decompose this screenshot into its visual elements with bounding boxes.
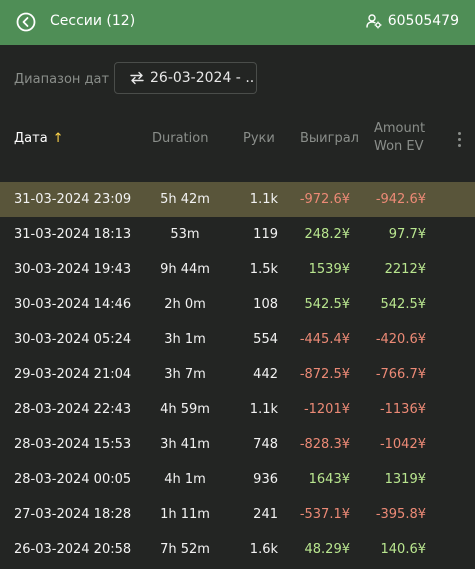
row-won: 1643¥ xyxy=(308,472,350,487)
row-date: 27-03-2024 18:28 xyxy=(14,507,132,522)
column-header-amount-won-ev[interactable]: Amount Won EV xyxy=(374,120,434,156)
row-won: 542.5¥ xyxy=(304,297,351,312)
account-id: 60505479 xyxy=(387,13,459,29)
row-won: -972.6¥ xyxy=(299,192,350,207)
row-date: 31-03-2024 18:13 xyxy=(14,227,132,242)
swap-arrows-icon xyxy=(130,71,144,85)
column-header-date[interactable]: Дата ↑ xyxy=(14,130,64,148)
row-amount-won-ev: -395.8¥ xyxy=(375,507,426,522)
row-won: -537.1¥ xyxy=(299,507,350,522)
table-header: Дата ↑ Duration Руки Выиграл Amount Won … xyxy=(0,118,475,162)
row-hands: 936 xyxy=(253,472,278,487)
row-date: 28-03-2024 00:05 xyxy=(14,472,132,487)
table-row[interactable]: 28-03-2024 22:43 4h 59m 1.1k -1201¥ -1136¥ xyxy=(0,392,475,427)
row-date: 26-03-2024 20:58 xyxy=(14,542,132,557)
column-header-hands[interactable]: Руки xyxy=(243,130,275,148)
row-date: 28-03-2024 15:53 xyxy=(14,437,132,452)
row-date: 30-03-2024 19:43 xyxy=(14,262,132,277)
table-row[interactable]: 26-03-2024 20:58 7h 52m 1.6k 48.29¥ 140.6¥ xyxy=(0,532,475,567)
table-row[interactable]: 30-03-2024 14:46 2h 0m 108 542.5¥ 542.5¥ xyxy=(0,287,475,322)
date-range-value: 26-03-2024 - .. xyxy=(150,70,255,86)
account-button[interactable]: 60505479 xyxy=(366,13,459,29)
row-hands: 1.6k xyxy=(249,542,278,557)
column-menu-button[interactable] xyxy=(452,130,466,148)
row-hands: 241 xyxy=(253,507,278,522)
row-duration: 1h 11m xyxy=(160,507,210,522)
row-duration: 3h 7m xyxy=(164,367,206,382)
row-amount-won-ev: -1042¥ xyxy=(379,437,426,452)
row-won: -445.4¥ xyxy=(299,332,350,347)
page-title: Сессии (12) xyxy=(50,13,136,29)
row-duration: 53m xyxy=(170,227,200,242)
row-date: 28-03-2024 22:43 xyxy=(14,402,132,417)
table-row[interactable]: 31-03-2024 18:13 53m 119 248.2¥ 97.7¥ xyxy=(0,217,475,252)
table-row[interactable]: 30-03-2024 05:24 3h 1m 554 -445.4¥ -420.6¥ xyxy=(0,322,475,357)
column-header-ev-line2: Won EV xyxy=(374,139,424,154)
row-duration: 4h 59m xyxy=(160,402,210,417)
row-duration: 5h 42m xyxy=(160,192,210,207)
table-body: 31-03-2024 23:09 5h 42m 1.1k -972.6¥ -942.6¥… xyxy=(0,182,475,567)
row-amount-won-ev: -942.6¥ xyxy=(375,192,426,207)
row-hands: 119 xyxy=(253,227,278,242)
row-amount-won-ev: 2212¥ xyxy=(384,262,426,277)
row-date: 29-03-2024 21:04 xyxy=(14,367,132,382)
row-date: 30-03-2024 14:46 xyxy=(14,297,132,312)
app: Сессии (12) 60505479 Диапазон дат 26-03-… xyxy=(0,0,475,569)
table-row[interactable]: 31-03-2024 23:09 5h 42m 1.1k -972.6¥ -942.6¥ xyxy=(0,182,475,217)
row-hands: 748 xyxy=(253,437,278,452)
table-row[interactable]: 29-03-2024 21:04 3h 7m 442 -872.5¥ -766.7¥ xyxy=(0,357,475,392)
row-duration: 7h 52m xyxy=(160,542,210,557)
row-amount-won-ev: -766.7¥ xyxy=(375,367,426,382)
row-hands: 554 xyxy=(253,332,278,347)
row-hands: 108 xyxy=(253,297,278,312)
row-won: -1201¥ xyxy=(303,402,350,417)
row-hands: 1.1k xyxy=(249,402,278,417)
back-circle-icon xyxy=(16,12,36,32)
column-header-ev-line1: Amount xyxy=(374,121,426,136)
back-button[interactable] xyxy=(16,12,36,32)
row-amount-won-ev: -1136¥ xyxy=(379,402,426,417)
row-hands: 1.5k xyxy=(249,262,278,277)
row-hands: 1.1k xyxy=(249,192,278,207)
column-header-won[interactable]: Выиграл xyxy=(300,130,359,148)
table-row[interactable]: 27-03-2024 18:28 1h 11m 241 -537.1¥ -395.8¥ xyxy=(0,497,475,532)
row-amount-won-ev: 97.7¥ xyxy=(388,227,426,242)
column-header-duration[interactable]: Duration xyxy=(152,130,208,148)
row-duration: 2h 0m xyxy=(164,297,206,312)
row-won: 248.2¥ xyxy=(304,227,351,242)
row-amount-won-ev: 1319¥ xyxy=(384,472,426,487)
row-won: 1539¥ xyxy=(308,262,350,277)
row-won: -828.3¥ xyxy=(299,437,350,452)
row-won: -872.5¥ xyxy=(299,367,350,382)
row-amount-won-ev: -420.6¥ xyxy=(375,332,426,347)
row-duration: 9h 44m xyxy=(160,262,210,277)
row-date: 31-03-2024 23:09 xyxy=(14,192,132,207)
date-range-label: Диапазон дат xyxy=(14,72,110,87)
date-range-picker[interactable]: 26-03-2024 - .. xyxy=(114,62,257,94)
row-duration: 4h 1m xyxy=(164,472,206,487)
row-won: 48.29¥ xyxy=(304,542,351,557)
table-row[interactable]: 30-03-2024 19:43 9h 44m 1.5k 1539¥ 2212¥ xyxy=(0,252,475,287)
row-hands: 442 xyxy=(253,367,278,382)
row-amount-won-ev: 140.6¥ xyxy=(380,542,427,557)
table-row[interactable]: 28-03-2024 00:05 4h 1m 936 1643¥ 1319¥ xyxy=(0,462,475,497)
sort-ascending-icon: ↑ xyxy=(52,131,64,146)
row-date: 30-03-2024 05:24 xyxy=(14,332,132,347)
row-duration: 3h 1m xyxy=(164,332,206,347)
more-vertical-icon xyxy=(457,131,461,135)
header-bar: Сессии (12) 60505479 xyxy=(0,0,475,45)
column-header-date-label: Дата xyxy=(14,131,48,146)
row-amount-won-ev: 542.5¥ xyxy=(380,297,427,312)
user-gear-icon xyxy=(366,14,382,29)
table-row[interactable]: 28-03-2024 15:53 3h 41m 748 -828.3¥ -1042¥ xyxy=(0,427,475,462)
row-duration: 3h 41m xyxy=(160,437,210,452)
